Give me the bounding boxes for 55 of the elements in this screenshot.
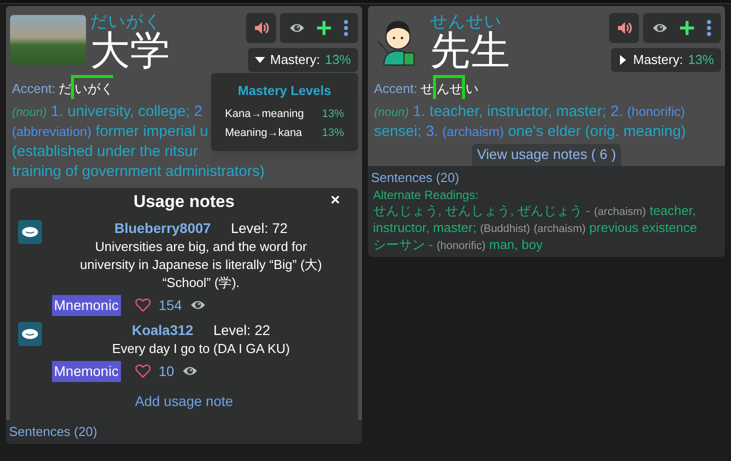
accent-label: Accent: xyxy=(374,80,418,98)
user-level: Level: 72 xyxy=(230,218,288,238)
caret-icon xyxy=(255,55,266,65)
user-level: Level: 22 xyxy=(213,320,270,340)
add-icon[interactable] xyxy=(678,20,695,36)
alternate-reading-line: instructor, master; (Buddhist) (archaism) previous existence xyxy=(373,220,698,236)
username[interactable]: Koala312 xyxy=(132,320,194,340)
like-count: 10 xyxy=(158,362,174,380)
caret-icon xyxy=(618,55,628,65)
speaker-button[interactable] xyxy=(246,13,276,43)
mastery-button[interactable]: Mastery: 13% xyxy=(248,48,358,72)
speaker-icon xyxy=(616,20,632,36)
definition-line: (established under the ritsur xyxy=(12,142,198,162)
close-button[interactable]: × xyxy=(330,192,340,210)
mastery-value: 13% xyxy=(322,106,344,122)
tag-label: Mnemonic xyxy=(52,294,121,316)
mastery-label: Kana→meaning xyxy=(225,106,304,122)
pitch-accent: だ いがく xyxy=(58,75,114,98)
sentences-link[interactable]: Sentences (20) xyxy=(371,168,722,186)
add-icon[interactable] xyxy=(316,20,332,36)
heart-icon[interactable] xyxy=(134,364,151,378)
accent-label: Accent: xyxy=(12,80,56,98)
mastery-button[interactable]: Mastery: 13% xyxy=(611,48,721,72)
panel-title: Usage notes xyxy=(133,190,235,213)
alternate-reading-line: せんじょう, せんしょう, ぜんじょう - (archaism) teacher, xyxy=(373,202,697,220)
definition-line: (noun) 1. university, college; 2 xyxy=(12,102,202,122)
pitch-accent: せ んせ い xyxy=(420,75,478,98)
definition-line: (abbreviation) former imperial u xyxy=(12,122,208,142)
kana-reading: せんせい xyxy=(430,13,503,30)
mastery-value: 13% xyxy=(322,126,344,140)
alternate-title: Alternate Readings: xyxy=(373,186,480,202)
mastery-label: Meaning→kana xyxy=(225,126,302,140)
popup-title: Mastery Levels xyxy=(236,82,332,100)
speaker-icon xyxy=(253,20,269,36)
definition-line: (noun) 1. teacher, instructor, master; 2. (honorific) xyxy=(374,102,685,122)
add-note-link[interactable]: Add usage note xyxy=(134,392,234,408)
more-icon[interactable] xyxy=(342,20,349,36)
avatar-icon xyxy=(18,220,42,244)
note-text: Universities are big, and the word for university in Japanese is literally “Big” (大) “School” (学). xyxy=(78,238,324,292)
definition-line: training of government administrators) xyxy=(12,162,265,182)
kanji-word: 大学 xyxy=(90,31,170,71)
like-count: 154 xyxy=(158,296,182,314)
heart-icon[interactable] xyxy=(134,298,151,312)
more-icon[interactable] xyxy=(706,20,712,36)
username[interactable]: Blueberry8007 xyxy=(114,218,211,238)
definition-line: sensei; 3. (archaism) one's elder (orig. meaning) xyxy=(374,122,686,142)
sentences-link[interactable]: Sentences (20) xyxy=(9,422,359,440)
alternate-reading-line: シーサン - (honorific) man, boy xyxy=(373,236,544,254)
speaker-button[interactable] xyxy=(609,13,639,43)
avatar-icon xyxy=(18,322,42,346)
note-text: Every day I go to (DA I GA KU) xyxy=(111,340,291,358)
tag-label: Mnemonic xyxy=(52,360,121,382)
kanji-word: 先生 xyxy=(430,31,510,71)
view-notes-tab[interactable]: View usage notes ( 6 ) xyxy=(472,144,622,166)
kana-reading: だいがく xyxy=(90,13,163,30)
